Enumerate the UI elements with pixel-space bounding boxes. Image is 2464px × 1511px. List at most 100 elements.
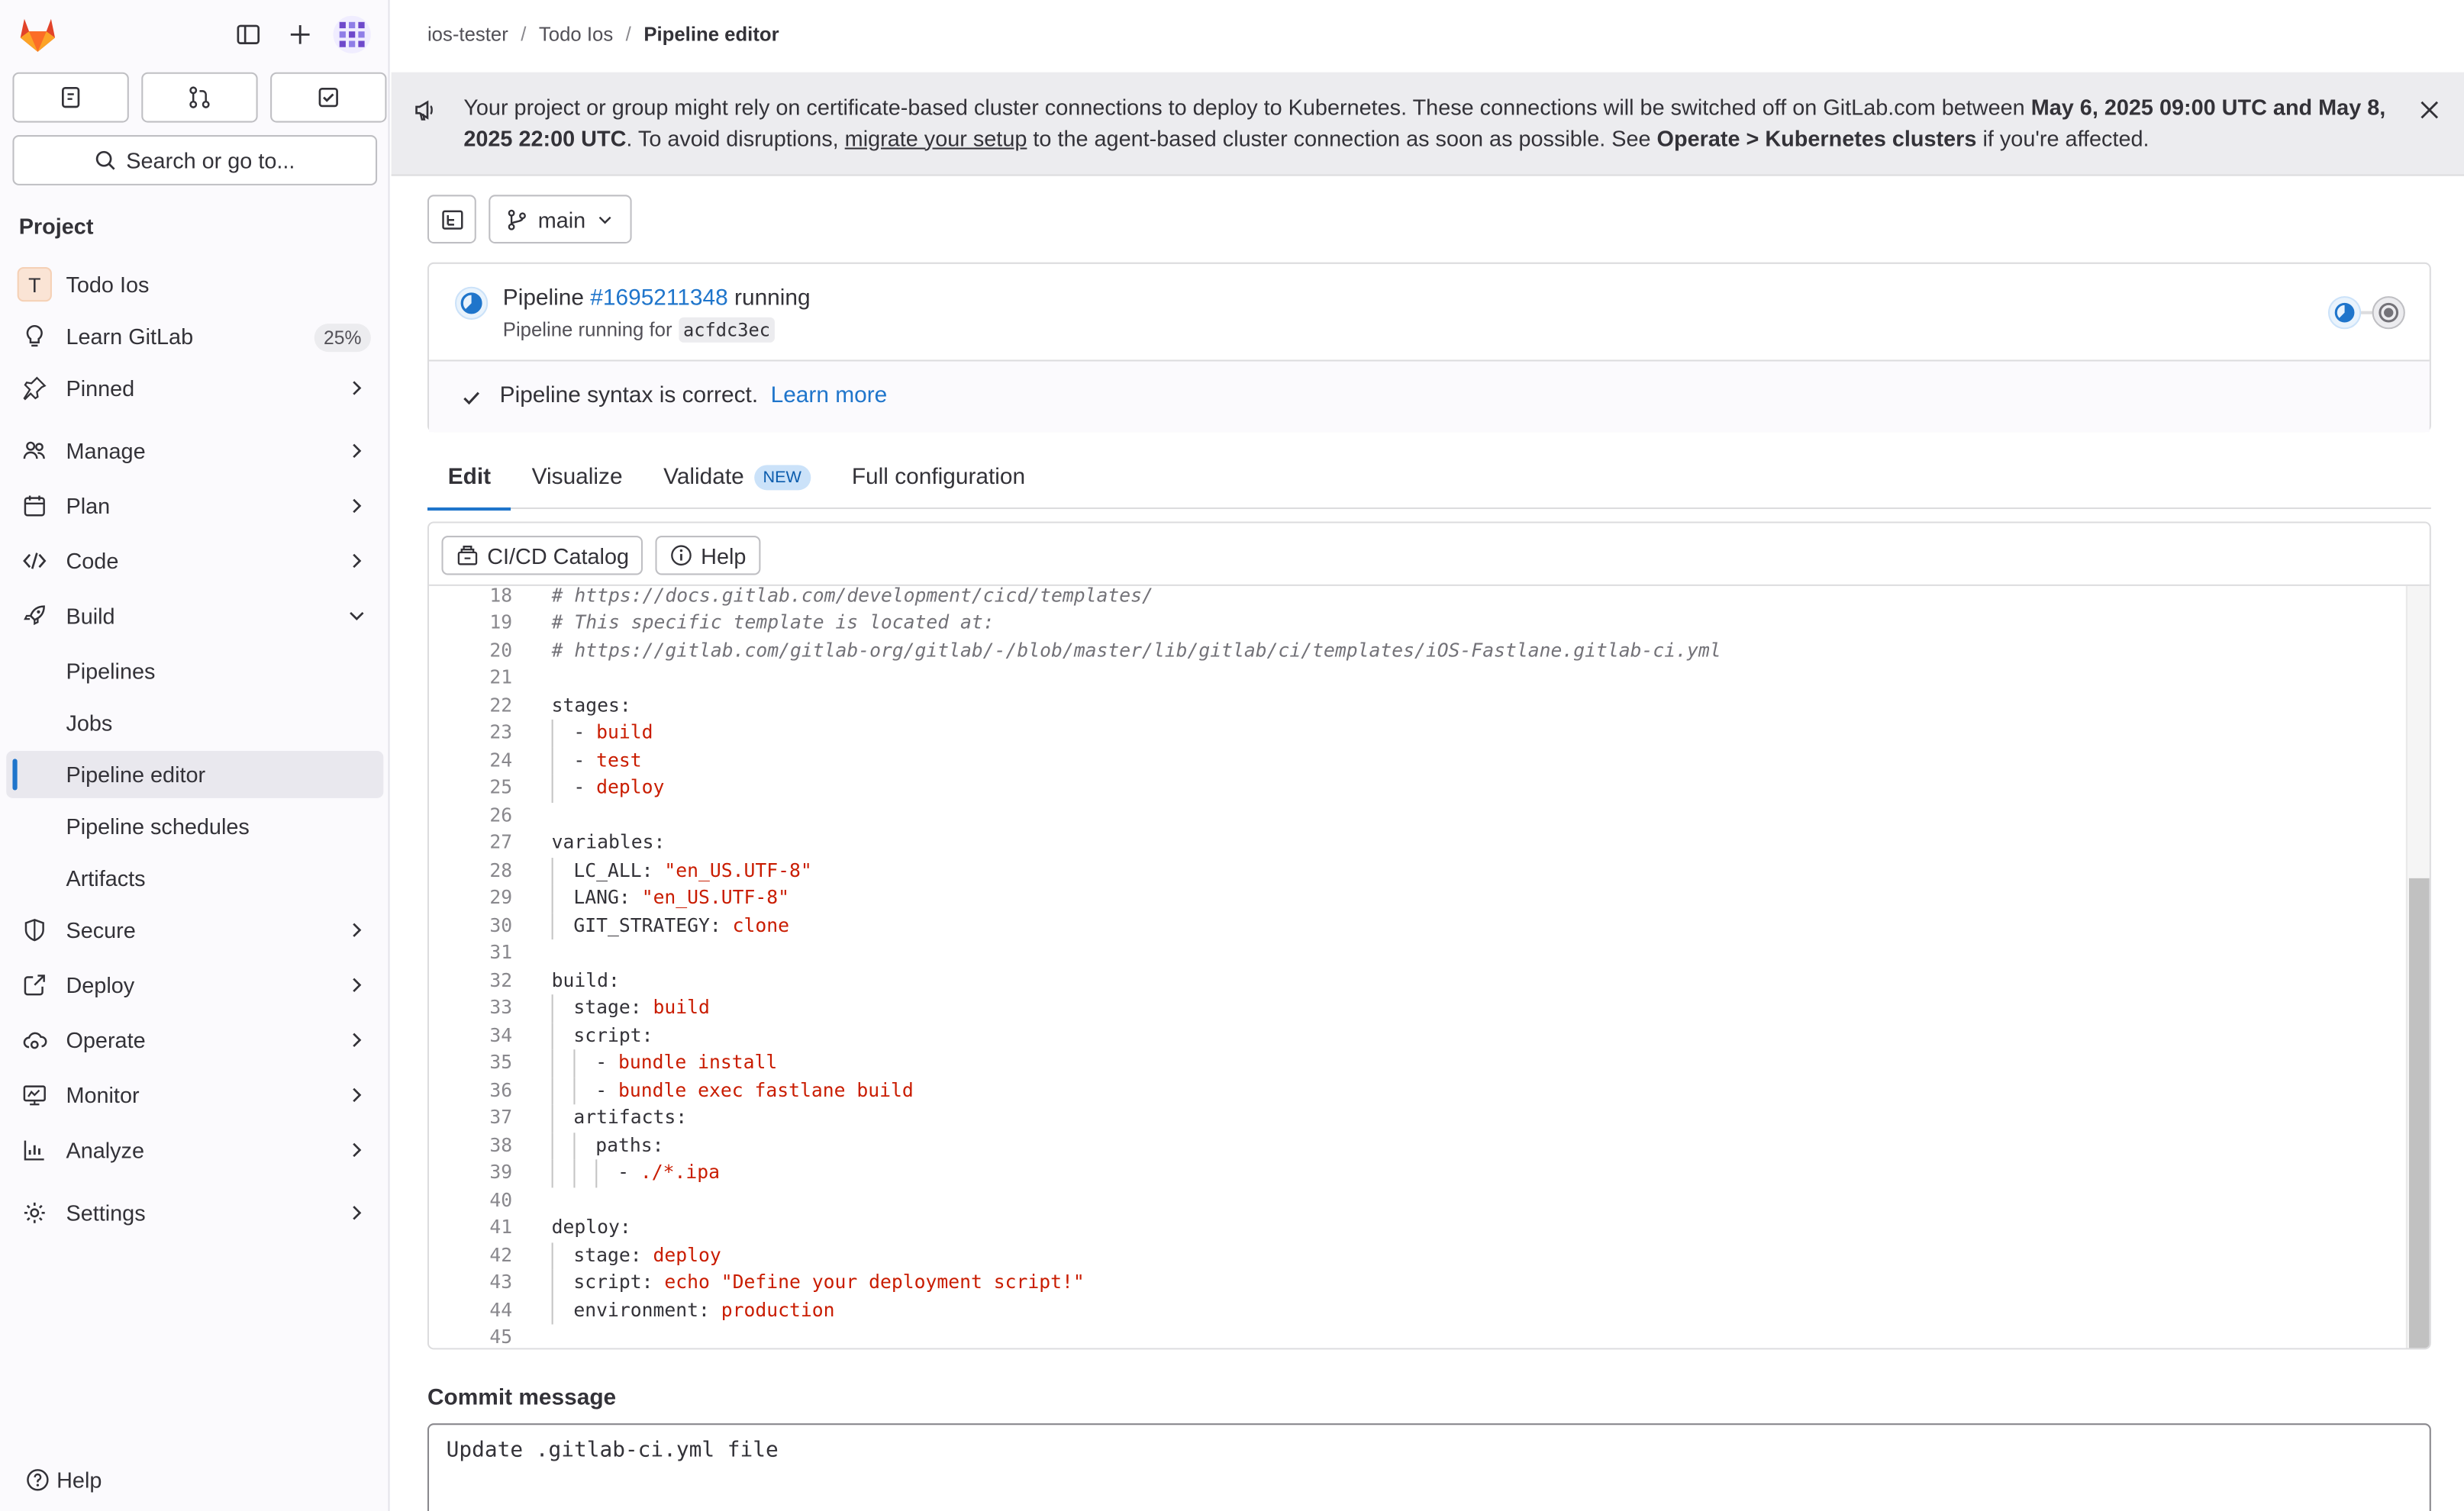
sidebar-item-operate[interactable]: Operate bbox=[6, 1016, 383, 1064]
line-content: - bundle install bbox=[595, 1049, 777, 1077]
sidebar-item-secure[interactable]: Secure bbox=[6, 907, 383, 954]
line-content: # https://docs.gitlab.com/development/ci… bbox=[552, 586, 1153, 610]
branch-selector[interactable]: main bbox=[489, 195, 632, 244]
create-new-button[interactable] bbox=[283, 18, 318, 52]
sidebar-item-code[interactable]: Code bbox=[6, 537, 383, 585]
banner-text-3: to the agent-based cluster connection as… bbox=[1027, 124, 1657, 150]
sidebar-item-label: Analyze bbox=[66, 1137, 145, 1163]
pin-icon bbox=[22, 375, 47, 401]
editor-scrollbar-thumb[interactable] bbox=[2408, 878, 2430, 1348]
commit-message-label: Commit message bbox=[427, 1385, 617, 1411]
collapse-sidebar-button[interactable] bbox=[231, 18, 266, 52]
tab-label: Full configuration bbox=[851, 465, 1026, 491]
pipeline-id-link[interactable]: #1695211348 bbox=[590, 286, 727, 311]
code-line[interactable]: 33 stage: build bbox=[429, 994, 2406, 1023]
code-line[interactable]: 26 bbox=[429, 802, 2406, 830]
file-tree-button[interactable] bbox=[427, 195, 476, 244]
breadcrumb-current[interactable]: Pipeline editor bbox=[643, 24, 779, 46]
indent-guide bbox=[573, 1132, 576, 1160]
code-line[interactable]: 25 - deploy bbox=[429, 774, 2406, 802]
code-line[interactable]: 18 # https://docs.gitlab.com/development/… bbox=[429, 586, 2406, 610]
code-token: script: bbox=[573, 1023, 653, 1046]
merge-requests-button[interactable] bbox=[141, 72, 258, 123]
close-icon[interactable] bbox=[2417, 98, 2442, 123]
cicd-catalog-button[interactable]: CI/CD Catalog bbox=[441, 536, 643, 575]
merge-request-icon bbox=[189, 86, 210, 108]
tab-visualize[interactable]: Visualize bbox=[511, 446, 643, 509]
breadcrumb-project[interactable]: Todo Ios bbox=[539, 24, 613, 46]
code-token: script: bbox=[573, 1271, 665, 1294]
running-status-icon[interactable] bbox=[454, 286, 489, 321]
sidebar-item-analyze[interactable]: Analyze bbox=[6, 1126, 383, 1174]
sidebar-item-manage[interactable]: Manage bbox=[6, 427, 383, 475]
code-line[interactable]: 23 - build bbox=[429, 719, 2406, 747]
help-drawer-button[interactable]: Help bbox=[655, 536, 760, 575]
search-button[interactable]: Search or go to... bbox=[12, 135, 378, 185]
todo-button[interactable] bbox=[270, 72, 387, 123]
code-line[interactable]: 38 paths: bbox=[429, 1132, 2406, 1160]
tab-edit[interactable]: Edit bbox=[427, 446, 512, 511]
code-line[interactable]: 19 # This specific template is located at… bbox=[429, 610, 2406, 637]
gitlab-logo-icon[interactable] bbox=[18, 16, 59, 53]
catalog-icon bbox=[457, 546, 478, 565]
code-area[interactable]: 18 # https://docs.gitlab.com/development/… bbox=[429, 585, 2406, 1348]
code-line[interactable]: 42 stage: deploy bbox=[429, 1242, 2406, 1270]
code-line[interactable]: 41 deploy: bbox=[429, 1214, 2406, 1242]
code-token: - bbox=[595, 1051, 619, 1074]
code-line[interactable]: 34 script: bbox=[429, 1022, 2406, 1050]
code-line[interactable]: 30 GIT_STRATEGY: clone bbox=[429, 912, 2406, 940]
code-line[interactable]: 31 bbox=[429, 939, 2406, 967]
calendar-icon bbox=[22, 493, 47, 518]
issues-button[interactable] bbox=[12, 72, 129, 123]
code-line[interactable]: 36 - bundle exec fastlane build bbox=[429, 1077, 2406, 1105]
code-line[interactable]: 29 LANG: "en_US.UTF-8" bbox=[429, 884, 2406, 913]
sidebar-item-monitor[interactable]: Monitor bbox=[6, 1071, 383, 1119]
code-line[interactable]: 24 - test bbox=[429, 746, 2406, 775]
line-content: # https://gitlab.com/gitlab-org/gitlab/-… bbox=[552, 637, 1721, 665]
chevron-right-icon bbox=[353, 553, 362, 569]
commit-sha[interactable]: acfdc3ec bbox=[678, 317, 776, 343]
code-line[interactable]: 40 bbox=[429, 1187, 2406, 1214]
code-line[interactable]: 39 - ./*.ipa bbox=[429, 1159, 2406, 1187]
migrate-setup-link[interactable]: migrate your setup bbox=[845, 125, 1027, 150]
code-line[interactable]: 43 script: echo "Define your deployment s… bbox=[429, 1269, 2406, 1297]
sidebar-item-pipeline-editor[interactable]: Pipeline editor bbox=[6, 751, 384, 798]
code-token: LC_ALL: bbox=[573, 859, 665, 881]
pipeline-mini-graph[interactable] bbox=[2326, 294, 2408, 331]
code-token: production bbox=[721, 1298, 835, 1321]
sidebar-item-learn-gitlab[interactable]: Learn GitLab 25% bbox=[6, 313, 383, 360]
sidebar-item-pipelines[interactable]: Pipelines bbox=[6, 647, 383, 694]
code-line[interactable]: 27 variables: bbox=[429, 830, 2406, 857]
avatar[interactable] bbox=[333, 15, 371, 53]
tab-full-configuration[interactable]: Full configuration bbox=[831, 446, 1046, 509]
sidebar-item-pinned[interactable]: Pinned bbox=[6, 365, 383, 412]
code-line[interactable]: 44 environment: production bbox=[429, 1297, 2406, 1325]
line-number: 42 bbox=[489, 1243, 513, 1266]
code-line[interactable]: 37 artifacts: bbox=[429, 1104, 2406, 1132]
commit-message-input[interactable]: Update .gitlab-ci.yml file bbox=[427, 1423, 2431, 1511]
editor-scrollbar[interactable] bbox=[2405, 585, 2430, 1348]
code-line[interactable]: 20 # https://gitlab.com/gitlab-org/gitlab… bbox=[429, 637, 2406, 665]
sidebar-item-artifacts[interactable]: Artifacts bbox=[6, 855, 383, 902]
sidebar-item-deploy[interactable]: Deploy bbox=[6, 962, 383, 1009]
code-line[interactable]: 28 LC_ALL: "en_US.UTF-8" bbox=[429, 857, 2406, 885]
tab-validate[interactable]: Validate NEW bbox=[643, 446, 831, 509]
banner-text-1: Your project or group might rely on cert… bbox=[463, 94, 2031, 120]
sidebar-item-settings[interactable]: Settings bbox=[6, 1189, 383, 1236]
sidebar-item-label: Build bbox=[66, 603, 115, 629]
sidebar-item-pipeline-schedules[interactable]: Pipeline schedules bbox=[6, 803, 383, 850]
code-line[interactable]: 21 bbox=[429, 665, 2406, 692]
sidebar-item-build[interactable]: Build bbox=[6, 592, 383, 640]
code-line[interactable]: 22 stages: bbox=[429, 692, 2406, 720]
sidebar-item-project[interactable]: T Todo Ios bbox=[6, 261, 383, 308]
help-button[interactable]: Help bbox=[25, 1468, 102, 1493]
code-line[interactable]: 35 - bundle install bbox=[429, 1049, 2406, 1078]
sidebar-item-jobs[interactable]: Jobs bbox=[6, 699, 383, 746]
learn-more-link[interactable]: Learn more bbox=[771, 383, 888, 408]
pipeline-label: Pipeline bbox=[502, 285, 585, 311]
code-line[interactable]: 32 build: bbox=[429, 967, 2406, 994]
todo-icon bbox=[318, 87, 338, 108]
sidebar-item-plan[interactable]: Plan bbox=[6, 482, 383, 530]
breadcrumb-group[interactable]: ios-tester bbox=[427, 24, 508, 46]
code-line[interactable]: 45 bbox=[429, 1324, 2406, 1348]
